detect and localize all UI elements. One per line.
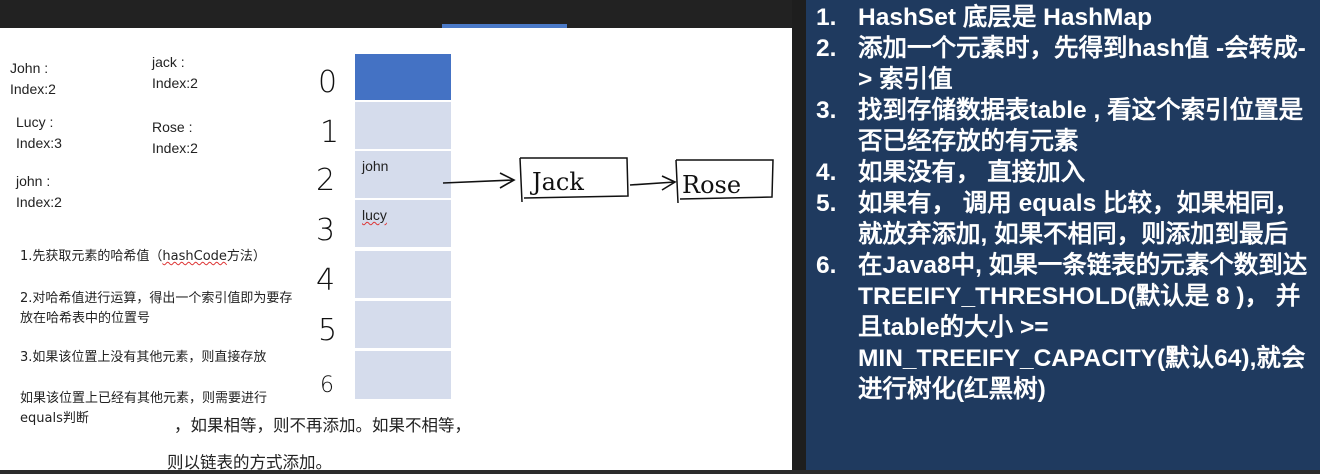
node-jack-label: Jack bbox=[529, 168, 584, 196]
list-item: 2. 添加一个元素时，先得到hash值 -会转成-> 索引值 bbox=[816, 35, 1306, 93]
row-number-3: 3 bbox=[316, 213, 335, 248]
handwriting-layer: 0 1 2 3 4 5 6 Jack Rose bbox=[316, 65, 774, 398]
right-panel: 1. HashSet 底层是 HashMap 2. 添加一个元素时，先得到hash值… bbox=[806, 0, 1320, 470]
list-item: 5. 如果有， 调用 equals 比较，如果相同，就放弃添加, 如果不相同，则添… bbox=[816, 190, 1300, 248]
list-item: 4. 如果没有， 直接加入 bbox=[816, 159, 1086, 186]
arrow-line-1 bbox=[442, 179, 515, 184]
node-rose-label: Rose bbox=[682, 171, 741, 199]
row-number-1: 1 bbox=[320, 115, 339, 150]
row-number-6: 6 bbox=[320, 373, 334, 398]
list-item: 3. 找到存储数据表table , 看这个索引位置是否已经存放的有元素 bbox=[816, 97, 1304, 155]
row-number-4: 4 bbox=[316, 263, 335, 298]
divider bbox=[792, 0, 806, 470]
row-number-2: 2 bbox=[316, 163, 335, 198]
row-number-5: 5 bbox=[318, 313, 337, 348]
arrow-line-2 bbox=[629, 181, 676, 186]
row-number-0: 0 bbox=[318, 65, 337, 100]
list-item: 6. 在Java8中, 如果一条链表的元素个数到达 TREEIFY_THRESHO… bbox=[816, 252, 1308, 403]
list-item: 1. HashSet 底层是 HashMap bbox=[816, 4, 1153, 31]
principle-list: 1. HashSet 底层是 HashMap 2. 添加一个元素时，先得到hash值… bbox=[806, 0, 1320, 405]
